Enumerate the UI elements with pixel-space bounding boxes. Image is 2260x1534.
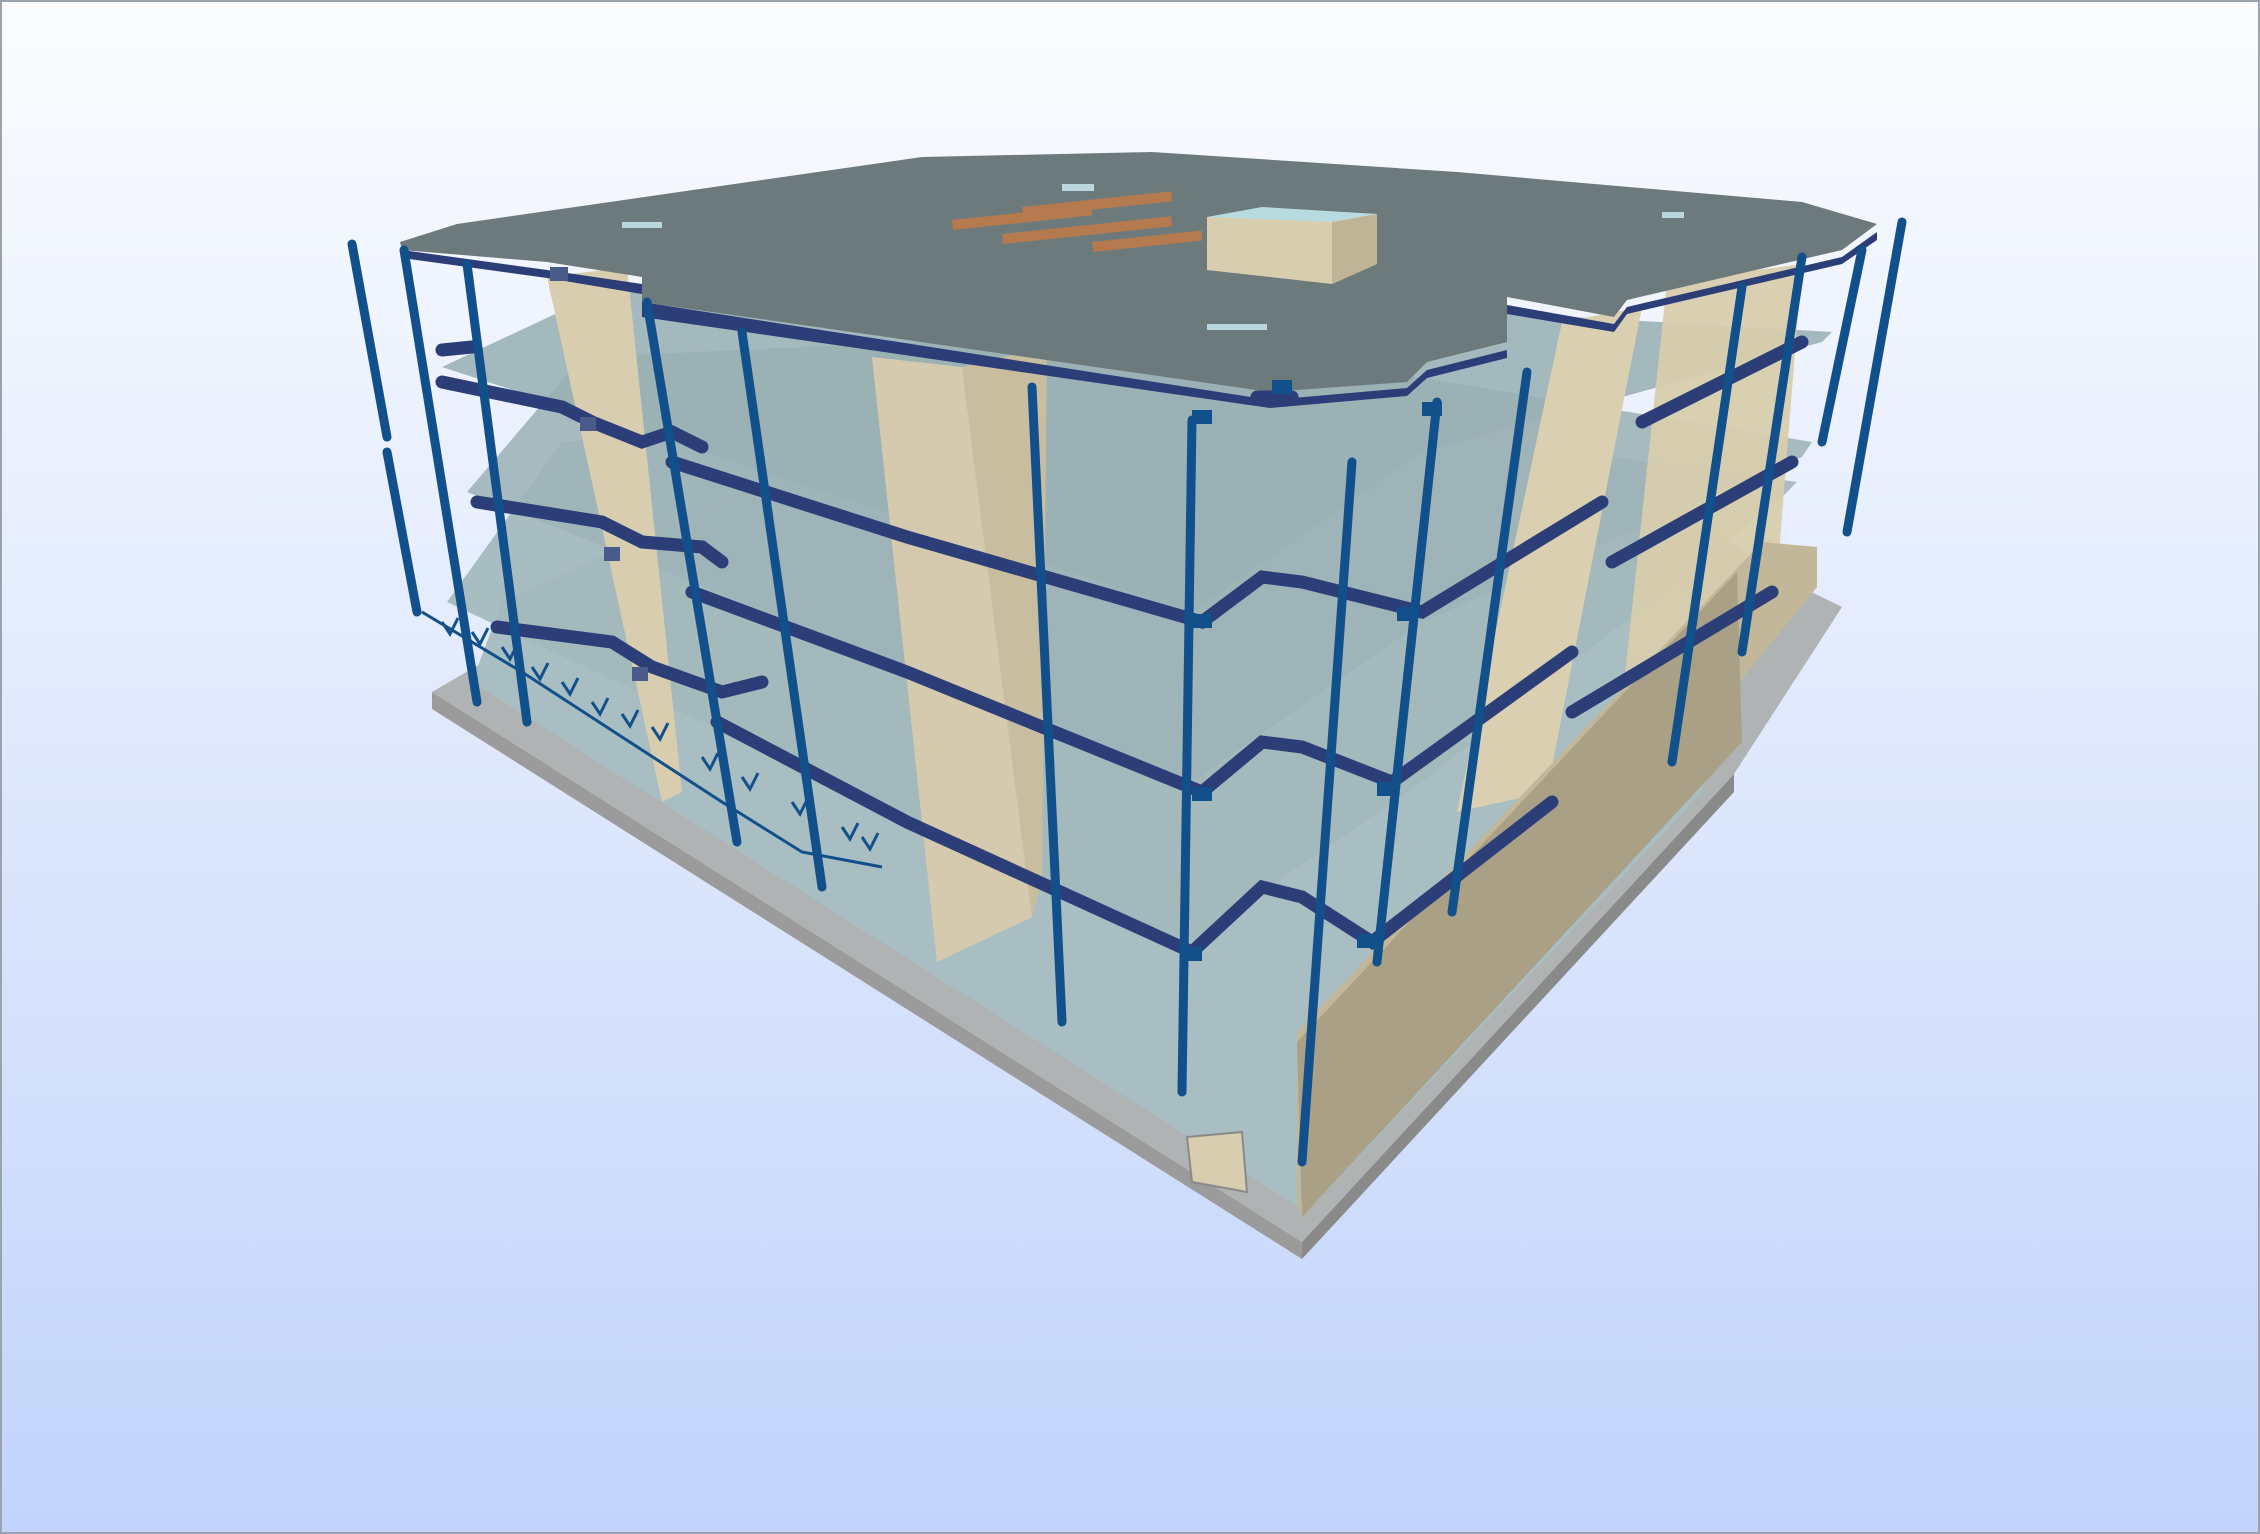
stair-opening — [1185, 1130, 1249, 1194]
3d-viewport[interactable] — [0, 0, 2260, 1534]
structural-model-view[interactable] — [2, 2, 2258, 1532]
